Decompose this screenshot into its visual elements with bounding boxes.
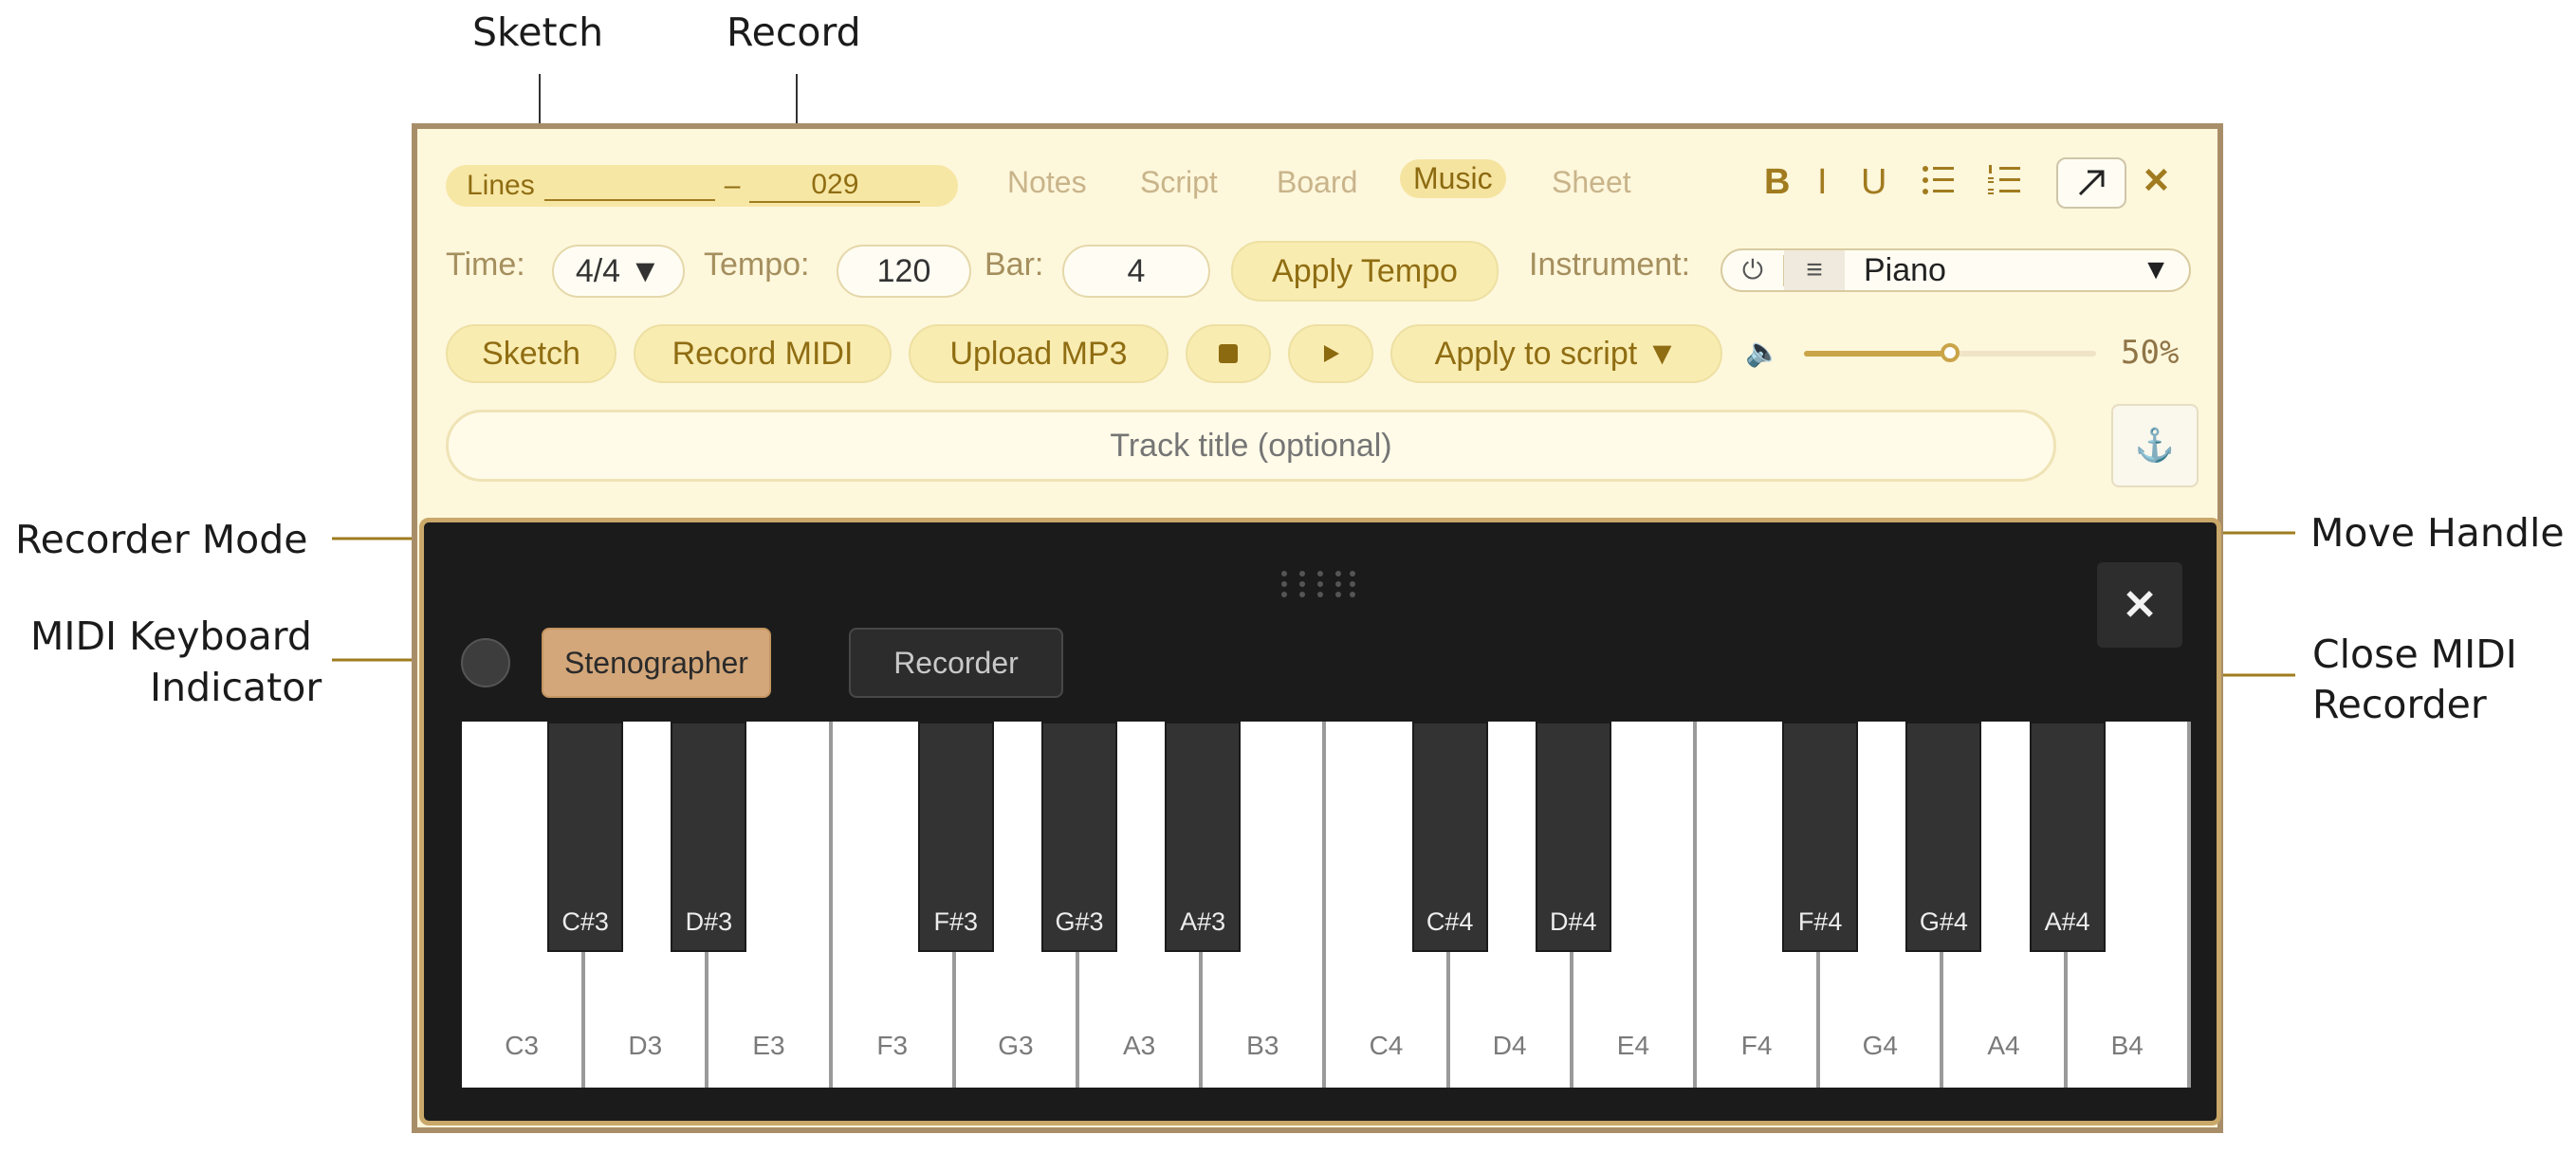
callout-close-line1: Close MIDI: [2312, 631, 2517, 677]
midi-recorder: ✕ Stenographer Recorder C3 D3 E3 F3 G3 A3 B3 C4…: [419, 518, 2221, 1126]
expand-arrow-icon[interactable]: [2056, 157, 2126, 209]
callout-recorder-mode: Recorder Mode: [15, 517, 308, 562]
volume-slider-fill: [1804, 351, 1950, 357]
black-key[interactable]: A#4: [2029, 722, 2106, 952]
instrument-value: Piano: [1864, 251, 1946, 288]
tab-board[interactable]: Board: [1277, 165, 1357, 200]
chevron-down-icon: ▼: [2142, 254, 2170, 285]
list-icon[interactable]: ≡: [1784, 250, 1845, 290]
callout-move-handle: Move Handle: [2310, 510, 2565, 556]
volume-slider[interactable]: [1804, 343, 2096, 362]
tab-script[interactable]: Script: [1140, 165, 1218, 200]
record-midi-button[interactable]: Record MIDI: [634, 324, 892, 383]
tempo-label: Tempo:: [704, 247, 810, 283]
bar-input[interactable]: 4: [1062, 245, 1210, 298]
time-signature-select[interactable]: 4/4 ▼: [552, 245, 685, 298]
volume-percent: 50%: [2121, 334, 2180, 372]
recorder-mode-button[interactable]: Recorder: [849, 628, 1063, 698]
lines-dash: –: [724, 170, 741, 201]
numbered-list-icon[interactable]: [1986, 161, 2024, 199]
apply-to-script-button[interactable]: Apply to script ▼: [1390, 324, 1722, 383]
play-icon: [1324, 345, 1339, 362]
black-key[interactable]: D#4: [1535, 722, 1611, 952]
lines-end-input[interactable]: 029: [749, 169, 921, 203]
underline-button[interactable]: U: [1861, 162, 1886, 203]
lines-start-input[interactable]: [543, 171, 715, 201]
close-panel-icon[interactable]: ×: [2144, 154, 2169, 205]
stop-button[interactable]: [1186, 324, 1271, 383]
midi-keyboard-indicator: [461, 638, 510, 687]
speaker-icon[interactable]: 🔈: [1745, 336, 1780, 369]
black-key[interactable]: C#3: [547, 722, 624, 952]
callout-record: Record: [727, 9, 861, 55]
move-handle[interactable]: [1279, 568, 1357, 600]
upload-mp3-button[interactable]: Upload MP3: [909, 324, 1168, 383]
volume-slider-thumb[interactable]: [1941, 343, 1960, 362]
piano-keyboard: C3 D3 E3 F3 G3 A3 B3 C4 D4 E4 F4 G4 A4 B4 C#3 D#3 F#3 G#3…: [462, 722, 2191, 1088]
callout-midi-indicator-line1: MIDI Keyboard: [30, 613, 312, 659]
black-key[interactable]: C#4: [1411, 722, 1488, 952]
sketch-button[interactable]: Sketch: [446, 324, 616, 383]
track-title-input[interactable]: [446, 410, 2056, 482]
black-key[interactable]: A#3: [1165, 722, 1242, 952]
instrument-select[interactable]: ⏻ ≡ Piano ▼: [1720, 248, 2191, 292]
anchor-icon: ⚓: [2134, 428, 2176, 464]
play-button[interactable]: [1288, 324, 1373, 383]
black-key[interactable]: G#4: [1905, 722, 1982, 952]
close-midi-recorder-button[interactable]: ✕: [2097, 562, 2182, 648]
lines-range-field[interactable]: Lines – 029: [446, 165, 958, 207]
callout-midi-indicator-line2: Indicator: [150, 665, 322, 710]
stenographer-mode-button[interactable]: Stenographer: [542, 628, 771, 698]
tab-notes[interactable]: Notes: [1007, 165, 1087, 200]
callout-sketch: Sketch: [472, 9, 604, 55]
instrument-label: Instrument:: [1529, 247, 1691, 283]
lines-label: Lines: [467, 170, 535, 201]
tempo-input[interactable]: 120: [837, 245, 971, 298]
black-key[interactable]: F#3: [917, 722, 994, 952]
black-key[interactable]: D#3: [671, 722, 747, 952]
callout-close-line2: Recorder: [2312, 682, 2487, 727]
anchor-button[interactable]: ⚓: [2111, 404, 2199, 487]
stop-icon: [1219, 344, 1238, 363]
bullet-list-icon[interactable]: [1920, 161, 1958, 199]
time-label: Time:: [446, 247, 525, 283]
tab-sheet[interactable]: Sheet: [1552, 165, 1631, 200]
tab-music[interactable]: Music: [1400, 159, 1506, 198]
apply-tempo-button[interactable]: Apply Tempo: [1231, 241, 1499, 302]
black-key[interactable]: F#4: [1782, 722, 1859, 952]
bold-button[interactable]: B: [1764, 162, 1790, 203]
black-key[interactable]: G#3: [1041, 722, 1117, 952]
bar-label: Bar:: [984, 247, 1044, 283]
power-icon[interactable]: ⏻: [1722, 254, 1784, 286]
italic-button[interactable]: I: [1817, 162, 1828, 203]
